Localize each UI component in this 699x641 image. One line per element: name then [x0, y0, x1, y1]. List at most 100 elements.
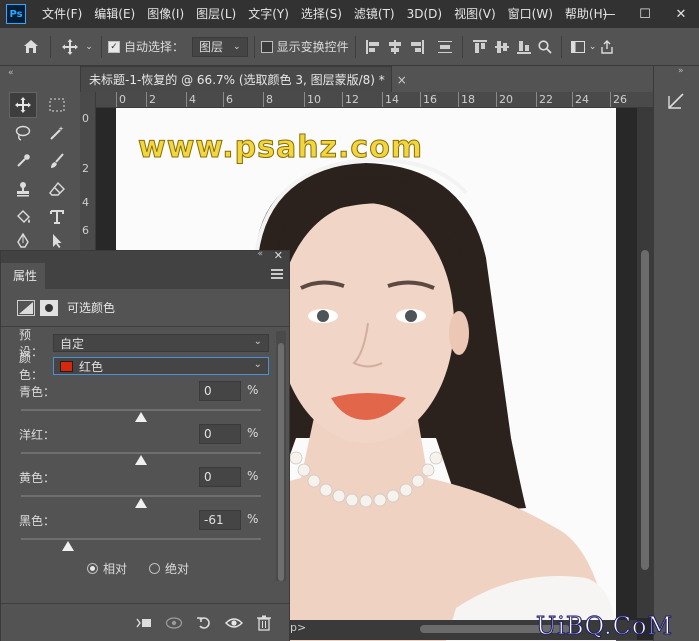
slider-unit: % [247, 469, 259, 483]
menu-view[interactable]: 视图(V) [448, 0, 502, 28]
type-tool-button[interactable] [43, 204, 71, 230]
menu-bar: Ps 文件(F) 编辑(E) 图像(I) 图层(L) 文字(Y) 选择(S) 滤… [0, 0, 699, 28]
chevron-down-icon: ⌄ [233, 41, 241, 52]
tools-panel: « [0, 66, 78, 256]
align-right-icon[interactable] [406, 36, 428, 58]
trash-icon[interactable] [251, 611, 277, 635]
align-center-h-icon[interactable] [384, 36, 406, 58]
slider-value-input[interactable]: 0 [199, 467, 241, 487]
color-dropdown[interactable]: 红色 ⌄ [53, 357, 269, 375]
separator [253, 35, 255, 58]
close-icon[interactable]: ✕ [274, 249, 283, 262]
separator [461, 35, 463, 58]
show-transform-checkbox[interactable] [260, 40, 273, 53]
maximize-button[interactable]: ☐ [627, 0, 663, 28]
magic-wand-tool-button[interactable] [43, 120, 71, 146]
menu-image[interactable]: 图像(I) [141, 0, 190, 28]
collapse-arrows-icon[interactable]: « [257, 249, 263, 259]
clip-to-layer-icon[interactable] [131, 611, 157, 635]
black-slider: 黑色： -61 % [19, 510, 269, 554]
radio-button-relative[interactable] [87, 562, 98, 574]
slider-track[interactable] [21, 452, 261, 454]
method-relative-label: 相对 [103, 561, 128, 576]
layer-mask-icon[interactable] [40, 299, 58, 316]
adjustment-title: 可选颜色 [67, 301, 116, 315]
slider-track[interactable] [21, 538, 261, 540]
menu-3d[interactable]: 3D(D) [401, 0, 448, 28]
menu-filter[interactable]: 滤镜(T) [348, 0, 401, 28]
menu-file[interactable]: 文件(F) [36, 0, 88, 28]
marquee-tool-button[interactable] [43, 92, 71, 118]
menu-layer[interactable]: 图层(L) [190, 0, 242, 28]
separator [50, 35, 51, 58]
document-tab[interactable]: 未标题-1-恢复的 @ 66.7% (选取颜色 3, 图层蒙版/8) * × [80, 66, 407, 92]
slider-value-input[interactable]: 0 [199, 424, 241, 444]
stamp-tool-button[interactable] [9, 176, 37, 202]
workspace-icon[interactable] [568, 34, 588, 60]
brush-tool-button[interactable] [43, 148, 71, 174]
menu-select[interactable]: 选择(S) [295, 0, 348, 28]
ruler-tick: 20 [496, 92, 513, 107]
panel-scrollbar-thumb[interactable] [278, 343, 284, 581]
chevron-down-icon[interactable]: ⌄ [83, 34, 95, 60]
window-controls: — ☐ ✕ [591, 0, 699, 28]
move-tool-icon[interactable] [57, 34, 83, 60]
share-icon[interactable] [598, 34, 616, 60]
slider-label: 洋红： [19, 428, 56, 442]
slider-track[interactable] [21, 409, 261, 411]
slider-knob[interactable] [135, 455, 147, 465]
visibility-eye-icon[interactable] [221, 611, 247, 635]
close-icon[interactable]: × [397, 67, 407, 92]
eraser-tool-button[interactable] [43, 176, 71, 202]
panel-title-strip: « ✕ [1, 249, 289, 263]
ruler-tick: 18 [458, 92, 475, 107]
radio-button-absolute[interactable] [149, 562, 161, 574]
search-icon[interactable] [535, 34, 555, 60]
menu-window[interactable]: 窗口(W) [502, 0, 559, 28]
chevron-down-icon[interactable]: ⌄ [588, 34, 598, 60]
slider-unit: % [247, 512, 259, 526]
slider-label: 黄色： [19, 471, 56, 485]
status-fragment: p> [290, 621, 307, 634]
eyedropper-tool-button[interactable] [9, 148, 37, 174]
align-top-icon[interactable] [469, 36, 491, 58]
home-icon[interactable] [18, 34, 44, 60]
slider-value-input[interactable]: -61 [199, 510, 241, 530]
menu-edit[interactable]: 编辑(E) [88, 0, 141, 28]
distribute-vertical-icon[interactable] [434, 36, 456, 58]
move-tool-button[interactable] [9, 92, 37, 118]
auto-select-checkbox[interactable]: ✓ [108, 40, 120, 53]
tab-properties[interactable]: 属性 [1, 263, 45, 289]
preset-dropdown[interactable]: 自定 ⌄ [53, 334, 269, 352]
minimize-button[interactable]: — [591, 0, 627, 28]
slider-knob[interactable] [135, 498, 147, 508]
menu-type[interactable]: 文字(Y) [242, 0, 295, 28]
reset-icon[interactable] [191, 611, 217, 635]
close-button[interactable]: ✕ [663, 0, 699, 28]
align-left-icon[interactable] [362, 36, 384, 58]
method-absolute-option[interactable]: 绝对 [149, 560, 189, 577]
auto-select-target-dropdown[interactable]: 图层 ⌄ [192, 36, 248, 57]
separator [101, 35, 102, 58]
slider-track[interactable] [21, 495, 261, 497]
view-previous-state-icon[interactable] [161, 611, 187, 635]
color-value: 红色 [79, 359, 104, 374]
method-relative-option[interactable]: 相对 [87, 560, 127, 577]
slider-knob[interactable] [61, 541, 74, 551]
brush-settings-icon[interactable] [662, 88, 690, 114]
align-middle-v-icon[interactable] [491, 36, 513, 58]
collapse-arrows-icon[interactable]: » [678, 66, 684, 76]
vertical-scrollbar-thumb[interactable] [641, 250, 649, 570]
align-bottom-icon[interactable] [513, 36, 535, 58]
panel-menu-icon[interactable] [271, 269, 283, 279]
ruler-tick: 6 [223, 92, 233, 107]
ruler-tick: 0 [82, 112, 89, 125]
collapse-arrows-icon[interactable]: « [8, 68, 14, 78]
slider-knob[interactable] [135, 412, 147, 422]
paint-bucket-tool-button[interactable] [9, 204, 37, 230]
separator [560, 35, 562, 58]
lasso-tool-button[interactable] [9, 120, 37, 146]
slider-value-input[interactable]: 0 [199, 381, 241, 401]
adjustment-layer-icon[interactable] [17, 299, 35, 316]
options-bar: ⌄ ✓ 自动选择： 图层 ⌄ 显示变换控件 ⌄ [0, 28, 699, 66]
